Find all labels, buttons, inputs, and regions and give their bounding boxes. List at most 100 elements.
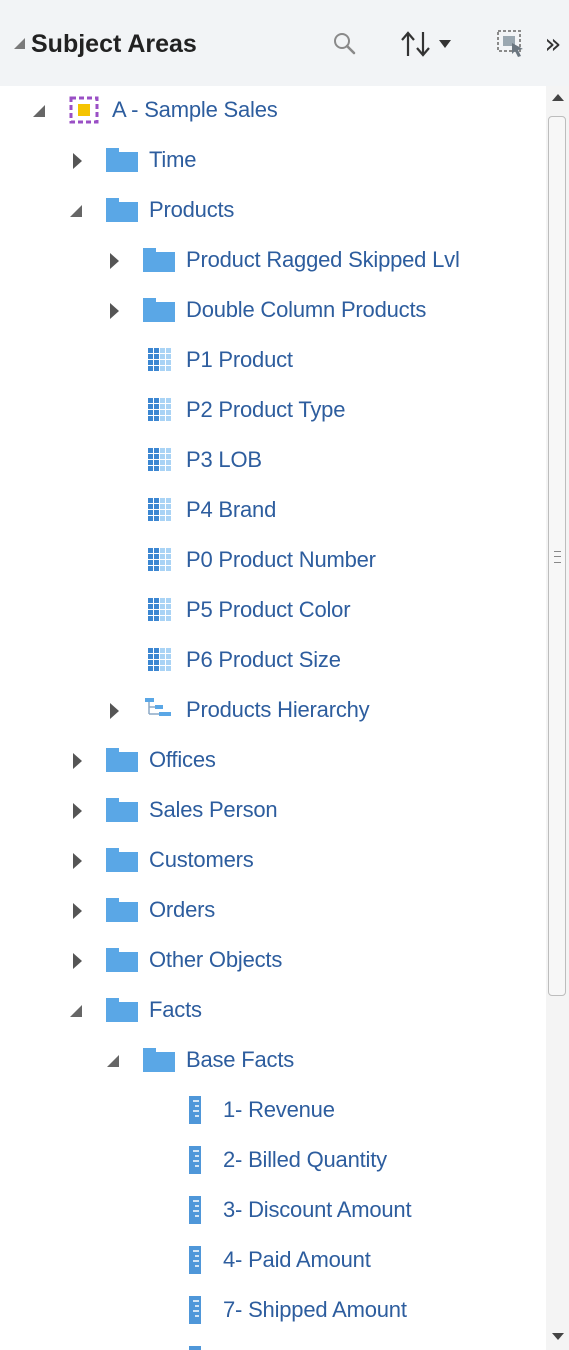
tree-node[interactable] <box>0 1335 546 1350</box>
column-icon <box>142 445 176 475</box>
column-icon <box>142 645 176 675</box>
tree-node-label: Products Hierarchy <box>186 697 370 722</box>
tree-node-label: Base Facts <box>186 1047 295 1072</box>
measure-icon <box>179 1195 213 1225</box>
tree-node-label: P0 Product Number <box>186 547 376 572</box>
subject-area-icon <box>68 95 102 125</box>
tree-node[interactable]: Sales Person <box>0 785 546 835</box>
tree-node-label: 3- Discount Amount <box>223 1197 412 1222</box>
tree-node[interactable]: P3 LOB <box>0 435 546 485</box>
measure-icon <box>179 1145 213 1175</box>
search-button[interactable] <box>330 24 360 64</box>
tree-node[interactable]: 2- Billed Quantity <box>0 1135 546 1185</box>
collapsed-triangle-icon[interactable] <box>102 698 126 722</box>
measure-icon <box>179 1295 213 1325</box>
column-icon <box>142 595 176 625</box>
scroll-up-arrow-icon[interactable] <box>552 94 564 101</box>
tree-node[interactable]: 7- Shipped Amount <box>0 1285 546 1335</box>
tree-node-label: P2 Product Type <box>186 397 346 422</box>
folder-icon <box>105 895 139 925</box>
tree-node-label: 1- Revenue <box>223 1097 335 1122</box>
search-icon <box>334 33 356 55</box>
tree-node-label: Time <box>149 147 197 172</box>
tree-node[interactable]: Products <box>0 185 546 235</box>
folder-icon <box>142 295 176 325</box>
collapsed-triangle-icon[interactable] <box>65 948 89 972</box>
select-columns-button[interactable] <box>494 24 528 64</box>
tree-node[interactable]: Orders <box>0 885 546 935</box>
measure-icon <box>179 1245 213 1275</box>
folder-icon <box>105 195 139 225</box>
tree-node-label: P1 Product <box>186 347 293 372</box>
tree-node[interactable]: 4- Paid Amount <box>0 1235 546 1285</box>
tree-node[interactable]: A - Sample Sales <box>0 86 546 135</box>
double-chevron-right-icon: » <box>544 27 562 60</box>
collapsed-triangle-icon[interactable] <box>102 298 126 322</box>
folder-icon <box>105 145 139 175</box>
sort-button[interactable] <box>386 24 464 64</box>
column-icon <box>142 395 176 425</box>
folder-icon <box>142 245 176 275</box>
tree-node[interactable]: Double Column Products <box>0 285 546 335</box>
tree-node-label: Orders <box>149 897 216 922</box>
column-icon <box>142 345 176 375</box>
tree-node[interactable]: P4 Brand <box>0 485 546 535</box>
tree-node[interactable]: 1- Revenue <box>0 1085 546 1135</box>
tree-node-label: P6 Product Size <box>186 647 341 672</box>
collapsed-triangle-icon[interactable] <box>102 248 126 272</box>
tree-node[interactable]: Customers <box>0 835 546 885</box>
tree-node-label: P4 Brand <box>186 497 277 522</box>
expanded-triangle-icon[interactable] <box>65 998 89 1022</box>
tree-node-label: Customers <box>149 847 254 872</box>
tree-node-label: P3 LOB <box>186 447 262 472</box>
hierarchy-icon <box>142 695 176 725</box>
sort-icon <box>401 31 430 57</box>
tree-node[interactable]: P1 Product <box>0 335 546 385</box>
tree-node[interactable]: Other Objects <box>0 935 546 985</box>
collapse-triangle-icon[interactable] <box>14 38 25 49</box>
tree-node-label: Other Objects <box>149 947 283 972</box>
subject-areas-panel: Subject Areas » A - Sample Sales Time Pr… <box>0 0 569 1350</box>
column-icon <box>142 545 176 575</box>
vertical-scrollbar[interactable] <box>546 86 569 1350</box>
tree-node[interactable]: Base Facts <box>0 1035 546 1085</box>
folder-icon <box>105 945 139 975</box>
tree-node[interactable]: Products Hierarchy <box>0 685 546 735</box>
panel-title: Subject Areas <box>31 30 197 58</box>
tree-node[interactable]: 3- Discount Amount <box>0 1185 546 1235</box>
tree-node-label: Sales Person <box>149 797 278 822</box>
collapsed-triangle-icon[interactable] <box>65 798 89 822</box>
tree-node[interactable]: P0 Product Number <box>0 535 546 585</box>
tree-node[interactable]: P5 Product Color <box>0 585 546 635</box>
tree-node-label: Products <box>149 197 235 222</box>
tree-node-label: Offices <box>149 747 216 772</box>
panel-header: Subject Areas » <box>0 0 569 86</box>
tree-node-label: 7- Shipped Amount <box>223 1297 407 1322</box>
grip-icon <box>554 551 561 563</box>
tree-node-label: A - Sample Sales <box>112 97 278 122</box>
tree-node[interactable]: Facts <box>0 985 546 1035</box>
scroll-down-arrow-icon[interactable] <box>552 1333 564 1340</box>
collapsed-triangle-icon[interactable] <box>65 898 89 922</box>
tree-node[interactable]: P6 Product Size <box>0 635 546 685</box>
tree-node[interactable]: P2 Product Type <box>0 385 546 435</box>
tree-node-label: 2- Billed Quantity <box>223 1147 387 1172</box>
tree-node[interactable]: Time <box>0 135 546 185</box>
folder-icon <box>105 845 139 875</box>
expanded-triangle-icon[interactable] <box>102 1048 126 1072</box>
scrollbar-thumb[interactable] <box>548 116 566 996</box>
chevron-down-icon <box>439 40 451 48</box>
more-actions-button[interactable]: » <box>538 24 568 64</box>
subject-area-tree: A - Sample Sales Time Products Product Ragg… <box>0 86 546 1350</box>
expanded-triangle-icon[interactable] <box>28 98 52 122</box>
collapsed-triangle-icon[interactable] <box>65 848 89 872</box>
tree-node-label: Facts <box>149 997 202 1022</box>
collapsed-triangle-icon[interactable] <box>65 148 89 172</box>
collapsed-triangle-icon[interactable] <box>65 748 89 772</box>
tree-node[interactable]: Offices <box>0 735 546 785</box>
tree-node[interactable]: Product Ragged Skipped Lvl <box>0 235 546 285</box>
tree-node-label: Product Ragged Skipped Lvl <box>186 247 460 272</box>
expanded-triangle-icon[interactable] <box>65 198 89 222</box>
select-columns-icon <box>497 30 523 57</box>
column-icon <box>142 495 176 525</box>
